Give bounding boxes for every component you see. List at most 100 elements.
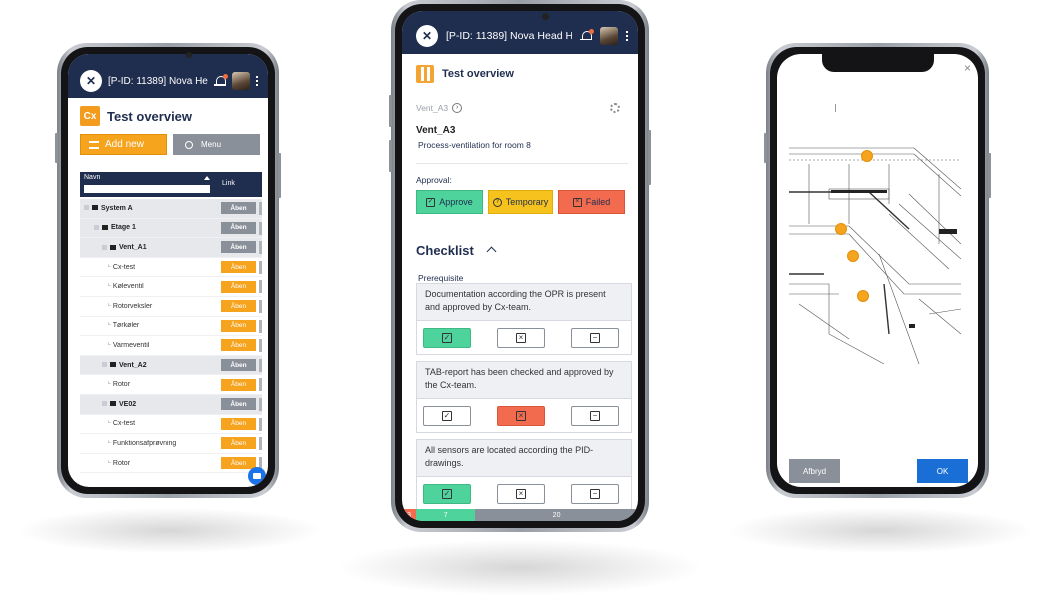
side-button bbox=[389, 140, 392, 172]
tree-item-row[interactable]: └ Rotor Åben bbox=[80, 454, 262, 474]
fail-item-button[interactable]: × bbox=[497, 328, 545, 348]
row-scroll-marker bbox=[259, 358, 262, 372]
tree-item-row[interactable]: └ Cx-test Åben bbox=[80, 258, 262, 278]
expand-toggle-icon[interactable] bbox=[94, 225, 99, 230]
approve-item-button[interactable]: ✓ bbox=[423, 328, 471, 348]
fail-item-button[interactable]: × bbox=[497, 406, 545, 426]
open-button[interactable]: Åben bbox=[221, 378, 256, 391]
expand-toggle-icon[interactable] bbox=[102, 401, 107, 407]
chat-icon bbox=[253, 473, 261, 479]
add-new-button[interactable]: Add new bbox=[80, 134, 167, 155]
tree-group-row[interactable]: Vent_A1 Åben bbox=[80, 238, 262, 258]
tree-row-label: └ Varmeventil bbox=[80, 342, 221, 349]
phone-screen: × Afbryd OK bbox=[777, 54, 978, 487]
x-square-icon: × bbox=[572, 197, 582, 207]
kebab-menu-icon[interactable] bbox=[256, 76, 258, 86]
tree-group-row[interactable]: Etage 1 Åben bbox=[80, 218, 262, 239]
avatar[interactable] bbox=[600, 26, 618, 45]
phone-center: ✕ [P-ID: 11389] Nova Head HQ Test overvi… bbox=[389, 0, 651, 532]
open-button[interactable]: Åben bbox=[221, 398, 256, 411]
open-button[interactable]: Åben bbox=[221, 319, 256, 332]
progress-segment: 7 bbox=[416, 509, 476, 521]
page-title: Test overview bbox=[442, 68, 514, 80]
phone-screen: ✕ [P-ID: 11389] Nova Head HQ Test overvi… bbox=[402, 11, 638, 521]
avatar[interactable] bbox=[232, 72, 250, 90]
tree-row-label: └ Funktionsafprøvning bbox=[80, 440, 221, 447]
not-applicable-item-button[interactable]: − bbox=[571, 484, 619, 504]
app-logo[interactable]: ✕ bbox=[80, 70, 102, 92]
tree-row-text: Cx-test bbox=[112, 263, 136, 271]
location-pin[interactable] bbox=[861, 150, 873, 162]
tree-branch-icon: └ bbox=[106, 381, 113, 389]
breadcrumb[interactable]: Vent_A3 › bbox=[416, 103, 463, 113]
open-button[interactable]: Åben bbox=[221, 261, 256, 274]
open-button[interactable]: Åben bbox=[221, 339, 256, 352]
location-pin[interactable] bbox=[857, 290, 869, 302]
phone-bezel: × Afbryd OK bbox=[770, 47, 985, 494]
checklist: Documentation according the OPR is prese… bbox=[412, 283, 638, 519]
approve-item-button[interactable]: ✓ bbox=[423, 484, 471, 504]
expand-toggle-icon[interactable] bbox=[84, 205, 89, 211]
tree-group-row[interactable]: Vent_A2 Åben bbox=[80, 355, 262, 376]
sort-arrow-icon[interactable] bbox=[204, 176, 210, 180]
tree-item-row[interactable]: └ Tørkøler Åben bbox=[80, 317, 262, 337]
fail-item-button[interactable]: × bbox=[497, 484, 545, 504]
close-icon[interactable]: × bbox=[964, 61, 971, 75]
notification-dot bbox=[223, 74, 228, 79]
row-scroll-marker bbox=[259, 241, 262, 255]
open-button[interactable]: Åben bbox=[221, 359, 256, 372]
open-button[interactable]: Åben bbox=[221, 300, 256, 313]
tree-item-row[interactable]: └ Cx-test Åben bbox=[80, 415, 262, 435]
location-pin[interactable] bbox=[835, 223, 847, 235]
side-button bbox=[278, 153, 281, 198]
bell-icon[interactable] bbox=[214, 74, 228, 87]
tree-item-row[interactable]: └ Rotorveksler Åben bbox=[80, 297, 262, 317]
floor-plan-drawing[interactable] bbox=[789, 134, 961, 364]
tree-item-row[interactable]: └ Køleventil Åben bbox=[80, 277, 262, 297]
location-pin[interactable] bbox=[847, 250, 859, 262]
open-button[interactable]: Åben bbox=[221, 241, 256, 254]
name-filter-input[interactable] bbox=[84, 185, 210, 193]
tree-row-text: Funktionsafprøvning bbox=[112, 439, 177, 447]
open-button[interactable]: Åben bbox=[221, 457, 256, 470]
tree-row-text: Vent_A1 bbox=[119, 243, 147, 251]
arrow-circle-icon[interactable]: › bbox=[452, 103, 463, 113]
row-scroll-marker bbox=[259, 417, 262, 431]
tree-item-row[interactable]: └ Rotor Åben bbox=[80, 375, 262, 395]
tree-group-row[interactable]: System A Åben bbox=[80, 199, 262, 219]
tree-row-text: Køleventil bbox=[112, 283, 144, 291]
phone-bezel: ✕ [P-ID: 11389] Nova Head HQ Test overvi… bbox=[395, 4, 645, 528]
chat-fab[interactable] bbox=[248, 467, 266, 485]
chevron-up-icon[interactable] bbox=[486, 246, 497, 257]
not-applicable-item-button[interactable]: − bbox=[571, 328, 619, 348]
approve-item-button[interactable]: ✓ bbox=[423, 406, 471, 426]
open-button[interactable]: Åben bbox=[221, 437, 256, 450]
open-button[interactable]: Åben bbox=[221, 221, 256, 234]
open-button[interactable]: Åben bbox=[221, 417, 256, 430]
tree-row-label: Etage 1 bbox=[80, 224, 221, 231]
expand-toggle-icon[interactable] bbox=[102, 244, 107, 250]
not-applicable-item-button[interactable]: − bbox=[571, 406, 619, 426]
open-button[interactable]: Åben bbox=[221, 280, 256, 293]
expand-toggle-icon[interactable] bbox=[102, 362, 107, 368]
tree-row-label: └ Køleventil bbox=[80, 283, 221, 290]
kebab-menu-icon[interactable] bbox=[626, 30, 628, 41]
phone-right: × Afbryd OK bbox=[764, 43, 991, 498]
tree-group-row[interactable]: VE02 Åben bbox=[80, 395, 262, 415]
tree-row-text: Etage 1 bbox=[111, 224, 136, 232]
row-scroll-marker bbox=[259, 398, 262, 411]
approve-button[interactable]: ✓ Approve bbox=[416, 190, 483, 214]
failed-button[interactable]: × Failed bbox=[558, 190, 625, 214]
temporary-button[interactable]: ? Temporary bbox=[488, 190, 553, 214]
cancel-button[interactable]: Afbryd bbox=[789, 459, 840, 483]
app-logo[interactable]: ✕ bbox=[416, 24, 438, 47]
bell-icon[interactable] bbox=[580, 28, 594, 42]
gear-icon[interactable] bbox=[610, 103, 620, 113]
tree-item-row[interactable]: └ Varmeventil Åben bbox=[80, 336, 262, 356]
tree-item-row[interactable]: └ Funktionsafprøvning Åben bbox=[80, 434, 262, 454]
menu-button[interactable]: Menu bbox=[173, 134, 260, 155]
checklist-grid-icon bbox=[416, 65, 434, 83]
add-new-label: Add new bbox=[105, 139, 144, 150]
open-button[interactable]: Åben bbox=[221, 202, 256, 215]
ok-button[interactable]: OK bbox=[917, 459, 968, 483]
